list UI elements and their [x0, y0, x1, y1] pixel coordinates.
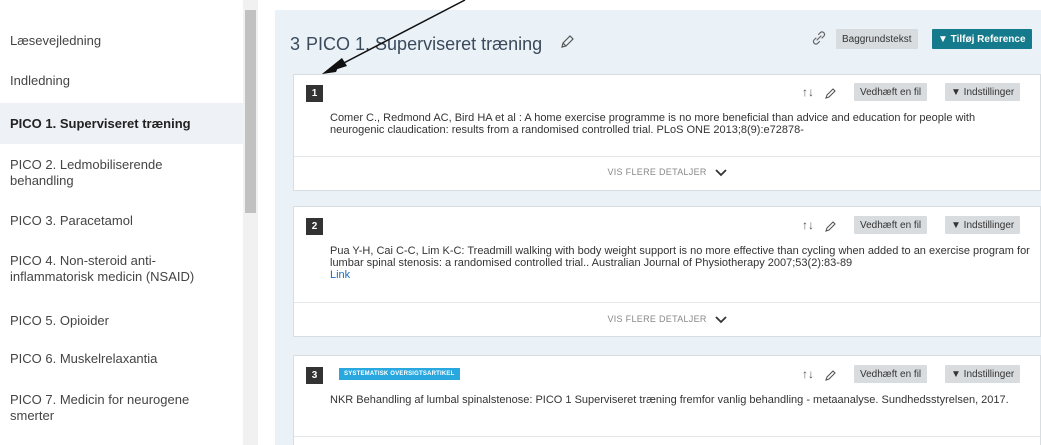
reference-text: Comer C., Redmond AC, Bird HA et al : A … [330, 112, 976, 136]
pencil-icon[interactable] [824, 368, 838, 382]
settings-button[interactable]: ▼ Indstillinger [945, 83, 1021, 101]
sort-icon[interactable]: ↑↓ [802, 367, 818, 383]
section-title-text: PICO 1. Superviseret træning [306, 34, 543, 54]
sidebar-item-label: PICO 7. Medicin for neurogene smerter [10, 392, 190, 423]
chevron-down-icon [714, 168, 727, 176]
settings-button[interactable]: ▼ Indstillinger [945, 365, 1021, 383]
reference-number: 2 [306, 218, 323, 235]
sidebar-item-label: Læsevejledning [10, 33, 102, 48]
reference-card-1: 1 ↑↓ Vedhæft en fil ▼ Indstillinger Come… [293, 74, 1041, 191]
pencil-icon[interactable] [824, 219, 838, 233]
sidebar-item-label: PICO 1. Superviseret træning [10, 115, 191, 131]
reference-number: 1 [306, 85, 323, 102]
link-icon[interactable] [810, 29, 828, 47]
reference-link[interactable]: Link [330, 269, 350, 281]
show-more-details-button[interactable]: VIS FLERE DETALJER [294, 314, 1040, 324]
attach-file-button[interactable]: Vedhæft en fil [854, 83, 928, 101]
sidebar-item-label: PICO 6. Muskelrelaxantia [10, 351, 158, 366]
sort-icon[interactable]: ↑↓ [802, 218, 818, 234]
background-text-button[interactable]: Baggrundstekst [836, 29, 918, 49]
sidebar-item-pico-1[interactable]: PICO 1. Superviseret træning [0, 103, 243, 144]
sidebar-item-label: PICO 2. Ledmobiliserende behandling [10, 157, 163, 188]
main-panel: 3 PICO 1. Superviseret træning Baggrundst… [275, 10, 1041, 445]
sidebar-item-label: Indledning [10, 73, 70, 88]
divider [294, 302, 1040, 303]
reference-text: Pua Y-H, Cai C-C, Lim K-C: Treadmill wal… [330, 245, 1030, 269]
sort-icon[interactable]: ↑↓ [802, 85, 818, 101]
section-number: 3 [290, 34, 301, 54]
divider [294, 156, 1040, 157]
sidebar-item-pico-4[interactable]: PICO 4. Non-steroid anti-inflammatorisk … [0, 250, 243, 288]
details-label: VIS FLERE DETALJER [607, 167, 707, 177]
sidebar: Læsevejledning Indledning PICO 1. Superv… [0, 0, 243, 445]
settings-button[interactable]: ▼ Indstillinger [945, 216, 1021, 234]
details-label: VIS FLERE DETALJER [607, 314, 707, 324]
sidebar-item-laesevejledning[interactable]: Læsevejledning [0, 26, 243, 56]
reference-number: 3 [306, 367, 323, 384]
sidebar-item-pico-6[interactable]: PICO 6. Muskelrelaxantia [0, 344, 243, 374]
pencil-icon[interactable] [824, 86, 838, 100]
pencil-icon[interactable] [558, 33, 576, 51]
section-header: 3 PICO 1. Superviseret træning Baggrundst… [275, 10, 1041, 68]
sidebar-item-label: PICO 3. Paracetamol [10, 213, 133, 228]
add-reference-button[interactable]: ▼ Tilføj Reference [932, 29, 1032, 49]
sidebar-item-label: PICO 4. Non-steroid anti-inflammatorisk … [10, 253, 195, 284]
show-more-details-button[interactable]: VIS FLERE DETALJER [294, 167, 1040, 177]
sidebar-item-label: PICO 5. Opioider [10, 313, 109, 328]
sidebar-item-pico-7[interactable]: PICO 7. Medicin for neurogene smerter [0, 389, 243, 427]
sidebar-scrollbar-thumb[interactable] [245, 10, 256, 213]
reference-card-3: 3 SYSTEMATISK OVERSIGTSARTIKEL ↑↓ Vedhæf… [293, 355, 1041, 445]
sidebar-item-pico-2[interactable]: PICO 2. Ledmobiliserende behandling [0, 154, 243, 192]
divider [294, 436, 1040, 437]
systematic-review-badge: SYSTEMATISK OVERSIGTSARTIKEL [339, 368, 460, 380]
attach-file-button[interactable]: Vedhæft en fil [854, 216, 928, 234]
section-title: 3 PICO 1. Superviseret træning [290, 34, 542, 55]
sidebar-item-indledning[interactable]: Indledning [0, 66, 243, 96]
attach-file-button[interactable]: Vedhæft en fil [854, 365, 928, 383]
sidebar-item-pico-3[interactable]: PICO 3. Paracetamol [0, 206, 243, 236]
chevron-down-icon [714, 315, 727, 323]
reference-text: NKR Behandling af lumbal spinalstenose: … [330, 394, 1009, 406]
reference-card-2: 2 ↑↓ Vedhæft en fil ▼ Indstillinger Pua … [293, 206, 1041, 337]
sidebar-item-pico-5[interactable]: PICO 5. Opioider [0, 306, 243, 336]
